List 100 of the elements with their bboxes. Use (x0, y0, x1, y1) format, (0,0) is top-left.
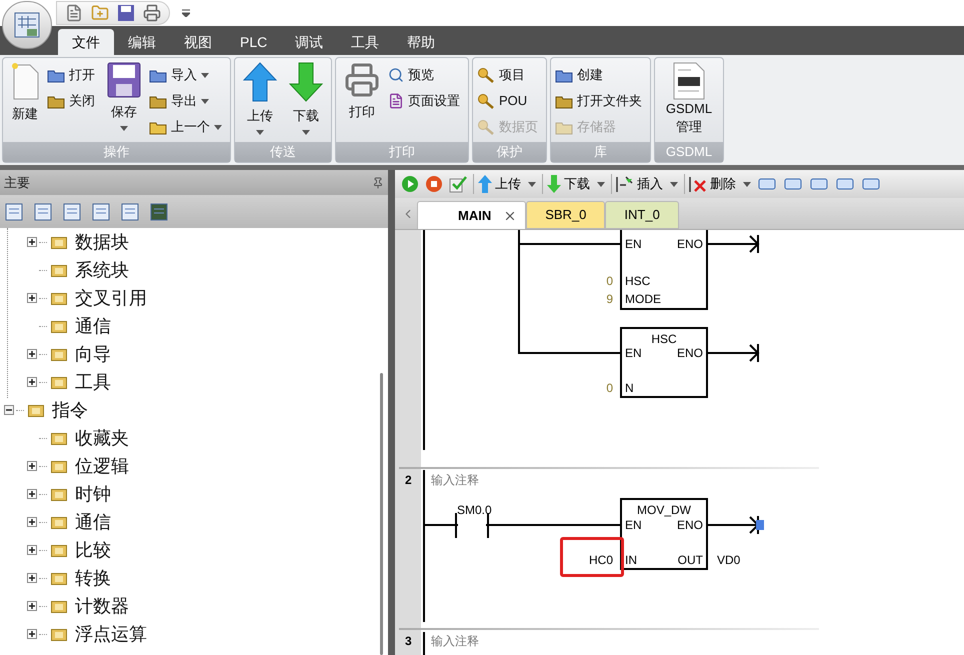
down-arrow-icon (547, 175, 561, 193)
ribbon-button[interactable]: 上传 (239, 62, 281, 142)
tree-item[interactable]: 通信 (0, 312, 374, 340)
group-title: GSDML (655, 142, 723, 162)
printer-icon (344, 62, 380, 98)
new-file-icon[interactable] (65, 4, 83, 22)
printer-icon[interactable] (143, 4, 161, 22)
function-block[interactable]: EN HSC MODE ENO (620, 230, 708, 310)
tree-item[interactable]: 时钟 (0, 480, 374, 508)
ribbon-button[interactable]: POU (477, 88, 542, 114)
monitor-icon[interactable] (150, 202, 168, 220)
tree-item[interactable]: 位逻辑 (0, 452, 374, 480)
ribbon-button[interactable]: 保存 (103, 62, 145, 142)
tree-item[interactable]: 计数器 (0, 592, 374, 620)
collapse-icon[interactable] (4, 405, 14, 415)
ribbon-button[interactable]: 页面设置 (388, 88, 464, 114)
tree-item[interactable]: 浮点运算 (0, 620, 374, 648)
function-block[interactable]: MOV_DW EN IN ENO OUT (620, 498, 708, 570)
network-comment[interactable]: 输入注释 (431, 473, 479, 487)
tree-item[interactable]: 系统块 (0, 256, 374, 284)
tree-item[interactable]: 指令 (0, 396, 374, 424)
expand-icon[interactable] (27, 461, 37, 471)
expand-icon[interactable] (27, 489, 37, 499)
pin-label: IN (625, 553, 637, 567)
expand-icon[interactable] (27, 349, 37, 359)
tree-item[interactable]: 通信 (0, 508, 374, 536)
customize-caret-icon[interactable] (182, 9, 190, 17)
stop-icon[interactable] (425, 175, 443, 193)
expand-icon[interactable] (27, 573, 37, 583)
expand-icon[interactable] (27, 293, 37, 303)
check-icon[interactable] (449, 175, 467, 193)
tree-item[interactable]: 交叉引用 (0, 284, 374, 312)
expand-icon[interactable] (27, 517, 37, 527)
toolbar-button[interactable]: 删除 (684, 174, 751, 194)
caret-icon (528, 182, 536, 186)
folder-icon (28, 403, 44, 417)
run-icon[interactable] (401, 175, 419, 193)
group-title: 传送 (235, 142, 331, 162)
menu-tab[interactable]: 视图 (170, 29, 226, 55)
tree-item[interactable]: 转换 (0, 564, 374, 592)
menu-tab[interactable]: 帮助 (393, 29, 450, 55)
ladder-logo-icon (14, 12, 40, 38)
tree-item[interactable]: 比较 (0, 536, 374, 564)
ribbon-button[interactable]: 预览 (388, 62, 464, 88)
menu-tab[interactable]: 工具 (337, 29, 394, 55)
expand-icon[interactable] (27, 601, 37, 611)
ribbon-button[interactable]: 上一个 (149, 114, 226, 140)
caret-icon (670, 182, 678, 186)
editor-tab[interactable]: INT_0 (605, 201, 679, 229)
ribbon-button[interactable]: GSDML管理 (659, 62, 719, 142)
application-button[interactable] (2, 1, 52, 49)
expand-icon[interactable] (27, 545, 37, 555)
ribbon-button[interactable]: 导出 (149, 88, 226, 114)
ribbon-button[interactable]: 创建 (555, 62, 646, 88)
ribbon-button[interactable]: 项目 (477, 62, 542, 88)
menu-tab[interactable]: 编辑 (114, 29, 170, 55)
network-number: 2 (405, 473, 412, 487)
editor-tab[interactable]: MAIN (417, 201, 526, 229)
menu-tab[interactable]: 文件 (58, 29, 114, 55)
tree-label: 工具 (75, 370, 111, 394)
folder-icon (51, 599, 67, 613)
function-block[interactable]: HSC EN N ENO (620, 327, 708, 398)
tree-label: 通信 (75, 510, 111, 534)
tree-label: 交叉引用 (75, 286, 147, 310)
expand-icon[interactable] (27, 237, 37, 247)
ribbon-button[interactable]: 新建 (7, 62, 43, 142)
ribbon-button[interactable]: 打印 (340, 62, 384, 142)
caret-icon (214, 124, 222, 130)
toolbar-button[interactable]: 下载 (542, 174, 605, 194)
tree-item[interactable]: 数据块 (0, 228, 374, 256)
expand-icon[interactable] (27, 377, 37, 387)
menu-tab[interactable]: 调试 (281, 29, 338, 55)
ribbon-button[interactable]: 关闭 (47, 88, 99, 114)
scrollbar-thumb[interactable] (380, 373, 382, 655)
pin-label: MODE (625, 292, 661, 306)
toolbar-button[interactable]: 上传 (473, 174, 536, 194)
folder-icon (51, 571, 67, 585)
caret-icon (597, 182, 605, 186)
pin-icon[interactable] (372, 176, 384, 188)
network-comment[interactable]: 输入注释 (431, 634, 479, 648)
ribbon-button[interactable]: 下载 (285, 62, 327, 142)
magnifier-icon (388, 67, 404, 83)
pin-label: ENO (676, 346, 703, 360)
editor-tab[interactable]: SBR_0 (526, 201, 606, 229)
ribbon-button[interactable]: 导入 (149, 62, 226, 88)
caret-icon (743, 182, 751, 186)
tree-item[interactable]: 工具 (0, 368, 374, 396)
tree-label: 浮点运算 (75, 622, 147, 646)
expand-icon[interactable] (27, 629, 37, 639)
ribbon-button[interactable]: 打开 (47, 62, 99, 88)
tree-item[interactable]: 向导 (0, 340, 374, 368)
tree-item[interactable]: 收藏夹 (0, 424, 374, 452)
folder-icon (51, 319, 67, 333)
network-number: 3 (405, 634, 412, 648)
menu-tab[interactable]: PLC (226, 29, 282, 55)
caret-icon (201, 72, 209, 78)
folder-icon (51, 515, 67, 529)
toolbar-button[interactable]: 插入 (611, 174, 678, 194)
ribbon-button[interactable]: 打开文件夹 (555, 88, 646, 114)
folder-icon[interactable] (91, 4, 109, 22)
